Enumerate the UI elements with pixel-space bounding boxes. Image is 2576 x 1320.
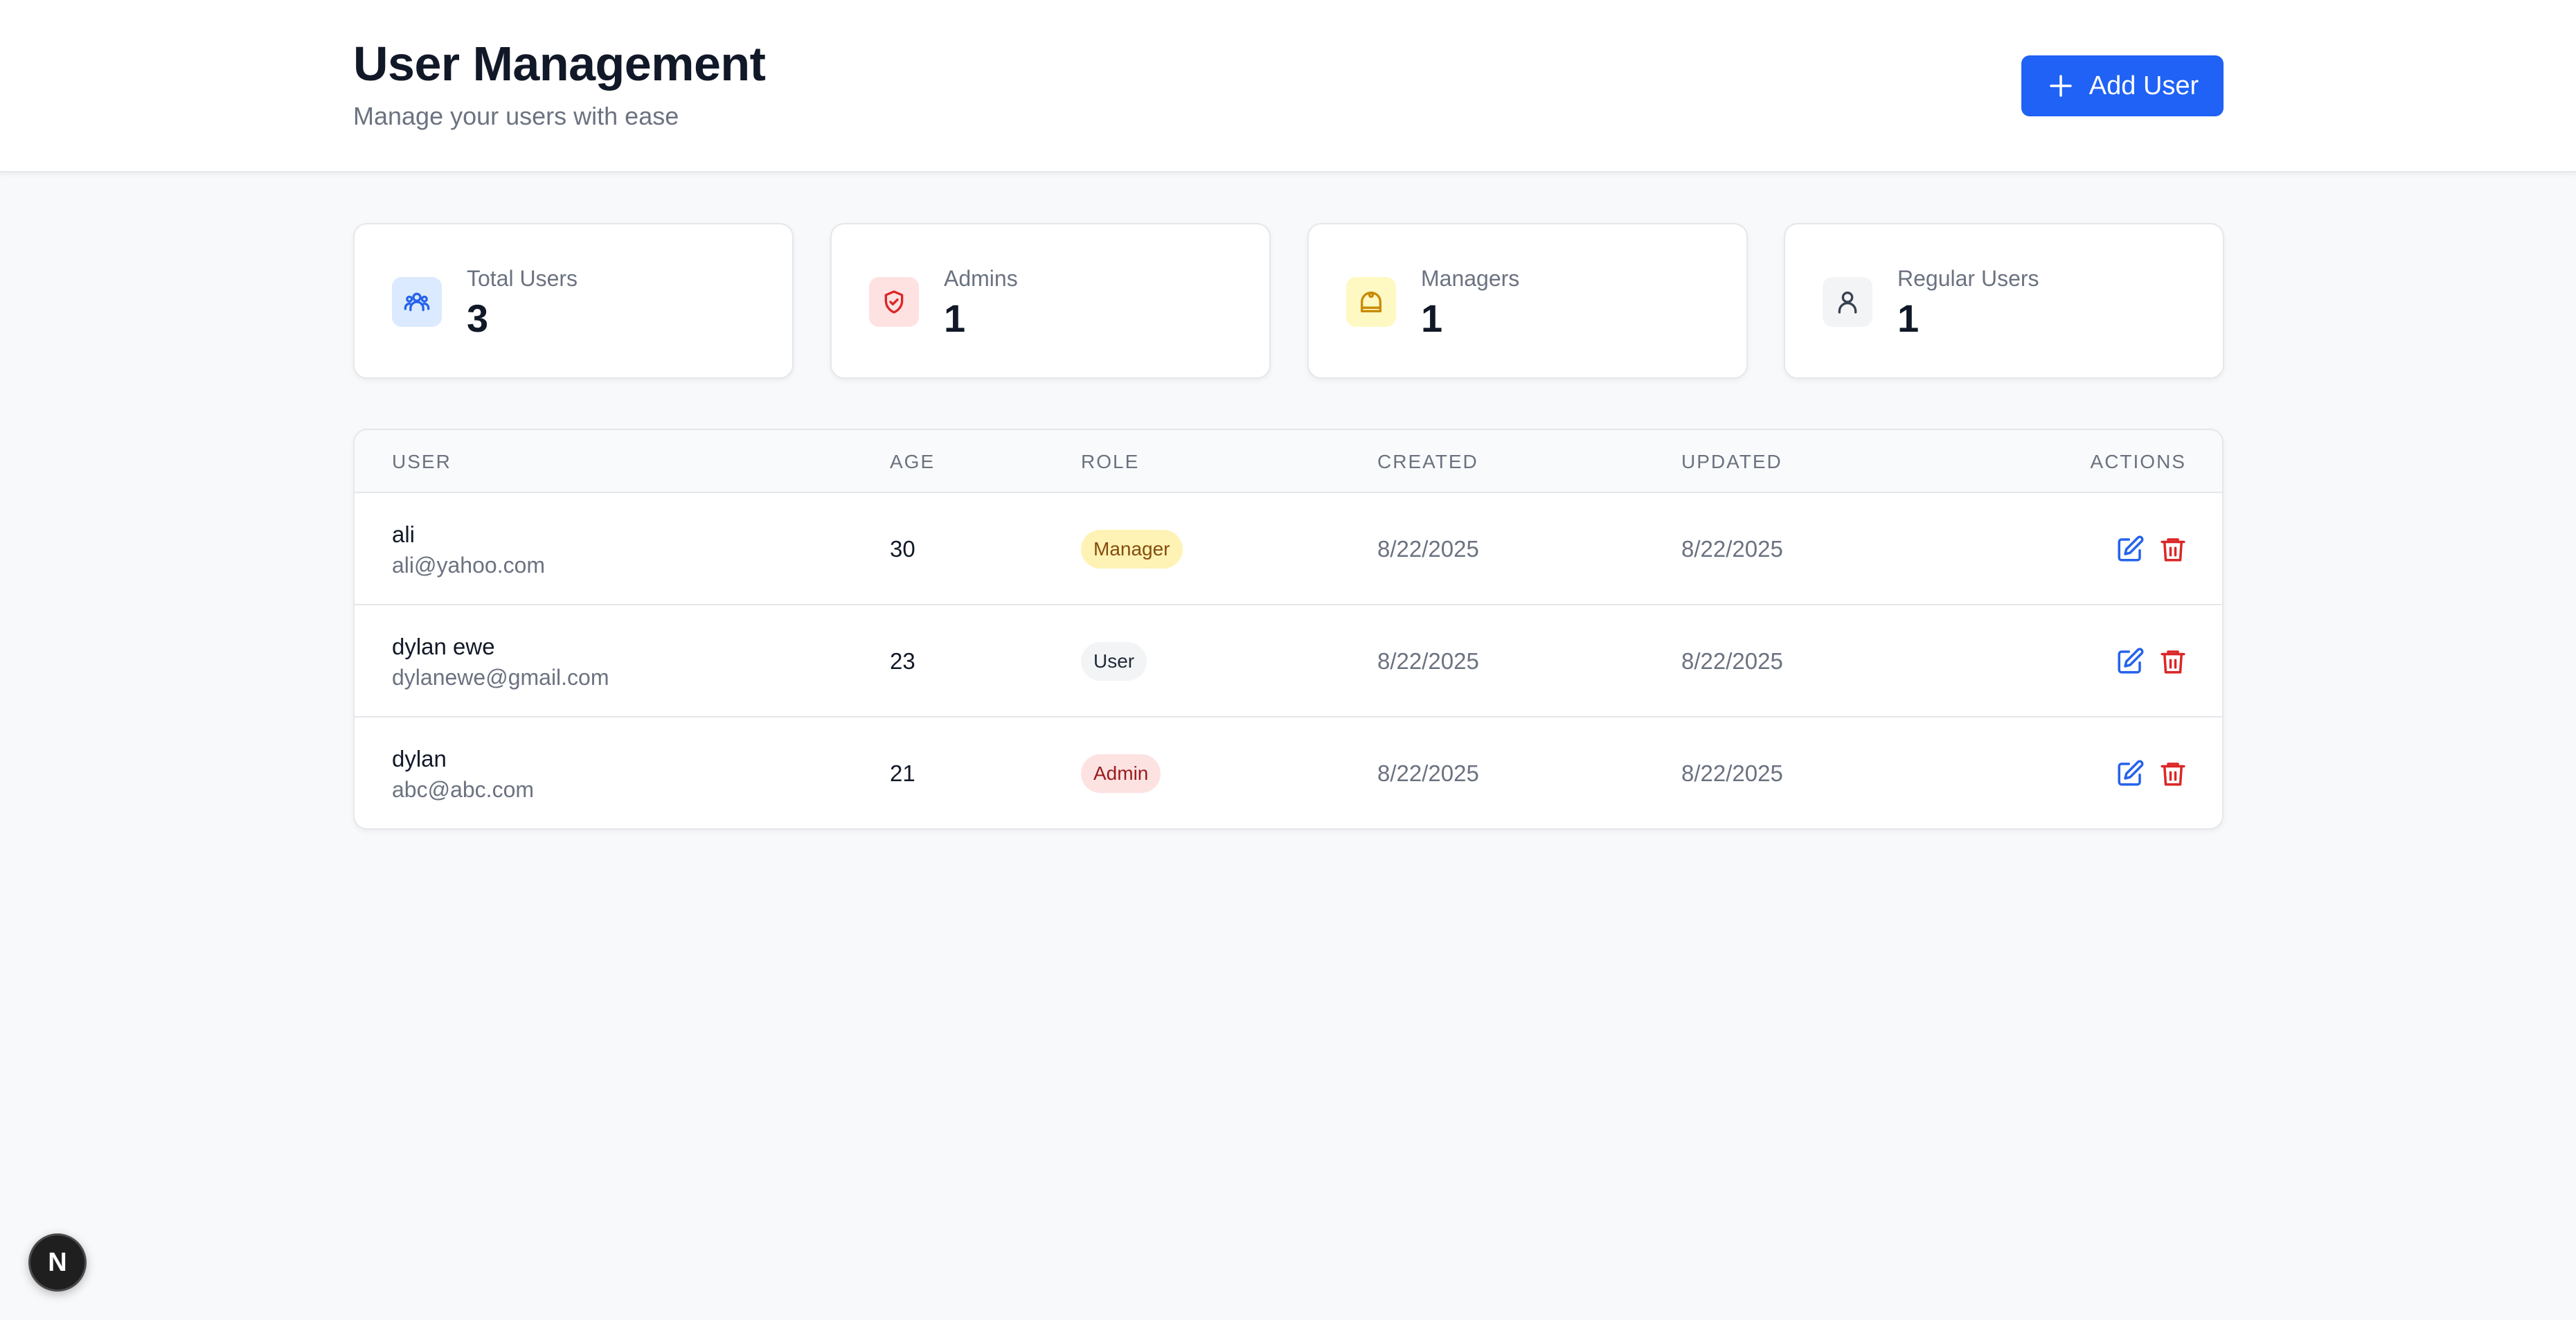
stat-card-admins: Admins 1 (830, 223, 1271, 379)
stat-card-managers: Managers 1 (1307, 223, 1748, 379)
table-row: dylan abc@abc.com 21 Admin 8/22/2025 8/2… (355, 717, 2222, 828)
page-header: User Management Manage your users with e… (0, 0, 2576, 172)
crown-icon (1346, 277, 1396, 327)
edit-icon (2118, 760, 2144, 786)
column-header-age: AGE (890, 451, 936, 472)
add-user-label: Add User (2088, 71, 2199, 100)
add-user-button[interactable]: Add User (2021, 55, 2224, 116)
user-name: dylan (392, 746, 447, 772)
user-email: ali@yahoo.com (392, 553, 546, 578)
edit-icon (2118, 648, 2144, 674)
table-row: ali ali@yahoo.com 30 Manager 8/22/2025 8… (355, 493, 2222, 605)
user-name: dylan ewe (392, 634, 495, 659)
column-header-actions: ACTIONS (2090, 451, 2186, 472)
shield-icon (869, 277, 919, 327)
table-row: dylan ewe dylanewe@gmail.com 23 User 8/2… (355, 605, 2222, 717)
updated-date: 8/22/2025 (1681, 648, 1783, 674)
stat-label: Managers (1421, 266, 1520, 291)
user-age: 21 (890, 760, 915, 786)
table-header: USER AGE ROLE CREATED UPDATED ACTIONS (355, 430, 2222, 493)
stat-card-regular-users: Regular Users 1 (1784, 223, 2224, 379)
page-title: User Management (353, 37, 766, 91)
user-age: 30 (890, 536, 915, 562)
nextjs-logo-icon[interactable]: N (28, 1233, 87, 1292)
trash-icon (2161, 650, 2185, 674)
delete-user-button[interactable] (2155, 531, 2191, 567)
column-header-updated: UPDATED (1681, 451, 1782, 472)
stat-value: 1 (1897, 296, 1920, 340)
page-subtitle: Manage your users with ease (353, 102, 679, 130)
column-header-user: USER (392, 451, 451, 472)
created-date: 8/22/2025 (1377, 536, 1479, 562)
role-badge: Admin (1081, 754, 1161, 793)
role-badge: User (1081, 642, 1147, 681)
dev-badge-label: N (48, 1247, 67, 1277)
edit-icon (2118, 535, 2144, 562)
trash-icon (2161, 762, 2185, 786)
user-age: 23 (890, 648, 915, 674)
column-header-created: CREATED (1377, 451, 1478, 472)
user-icon (1823, 277, 1872, 327)
user-email: dylanewe@gmail.com (392, 665, 609, 690)
users-table: USER AGE ROLE CREATED UPDATED ACTIONS al… (353, 429, 2224, 830)
edit-user-button[interactable] (2112, 531, 2148, 567)
created-date: 8/22/2025 (1377, 760, 1479, 786)
column-header-role: ROLE (1081, 451, 1140, 472)
edit-user-button[interactable] (2112, 643, 2148, 679)
trash-icon (2161, 538, 2185, 562)
updated-date: 8/22/2025 (1681, 760, 1783, 786)
stat-card-total-users: Total Users 3 (353, 223, 794, 379)
delete-user-button[interactable] (2155, 756, 2191, 792)
created-date: 8/22/2025 (1377, 648, 1479, 674)
stat-value: 1 (944, 296, 966, 340)
delete-user-button[interactable] (2155, 643, 2191, 679)
stat-value: 1 (1421, 296, 1443, 340)
plus-icon (2050, 75, 2072, 97)
edit-user-button[interactable] (2112, 756, 2148, 792)
updated-date: 8/22/2025 (1681, 536, 1783, 562)
stat-label: Regular Users (1897, 266, 2039, 291)
stat-label: Total Users (467, 266, 578, 291)
user-name: ali (392, 521, 415, 547)
user-email: abc@abc.com (392, 777, 535, 802)
role-badge: Manager (1081, 530, 1183, 569)
stat-value: 3 (467, 296, 489, 340)
users-icon (392, 277, 442, 327)
stat-label: Admins (944, 266, 1018, 291)
